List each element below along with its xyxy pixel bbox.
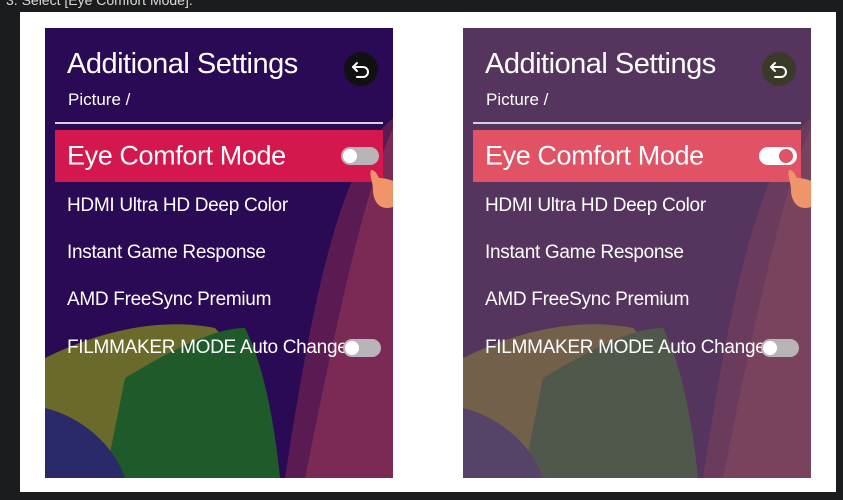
menu-item-label: HDMI Ultra HD Deep Color bbox=[485, 195, 706, 216]
menu-item-filmmaker-mode[interactable]: FILMMAKER MODE Auto Change bbox=[473, 324, 801, 372]
settings-panel-before: Additional Settings Picture / Eye Comfor… bbox=[45, 28, 393, 478]
menu-item-hdmi-deep-color[interactable]: HDMI Ultra HD Deep Color bbox=[55, 182, 383, 230]
filmmaker-toggle[interactable] bbox=[761, 339, 799, 357]
hand-pointer-icon bbox=[788, 170, 811, 208]
menu-item-filmmaker-mode[interactable]: FILMMAKER MODE Auto Change bbox=[55, 324, 383, 372]
menu-item-label: Eye Comfort Mode bbox=[67, 140, 286, 171]
filmmaker-toggle[interactable] bbox=[343, 339, 381, 357]
hand-pointer-icon bbox=[370, 170, 393, 208]
chevron-right-icon bbox=[418, 234, 438, 274]
menu-item-label: AMD FreeSync Premium bbox=[67, 289, 272, 310]
settings-panel-after: Additional Settings Picture / Eye Comfor… bbox=[463, 28, 811, 478]
menu-item-label: FILMMAKER MODE Auto Change bbox=[67, 337, 348, 358]
menu-item-instant-game-response[interactable]: Instant Game Response bbox=[473, 229, 801, 277]
menu-item-eye-comfort-mode[interactable]: Eye Comfort Mode bbox=[473, 130, 801, 182]
back-button[interactable] bbox=[344, 52, 378, 86]
menu-item-eye-comfort-mode[interactable]: Eye Comfort Mode bbox=[55, 130, 383, 182]
menu-item-label: HDMI Ultra HD Deep Color bbox=[67, 195, 288, 216]
menu-item-amd-freesync[interactable]: AMD FreeSync Premium bbox=[473, 276, 801, 324]
back-arrow-icon bbox=[352, 62, 369, 78]
title-divider bbox=[55, 122, 383, 124]
menu-item-amd-freesync[interactable]: AMD FreeSync Premium bbox=[55, 276, 383, 324]
menu-item-label: Instant Game Response bbox=[67, 242, 266, 263]
eye-comfort-toggle[interactable] bbox=[341, 147, 379, 165]
title-divider bbox=[473, 122, 801, 124]
menu-item-label: AMD FreeSync Premium bbox=[485, 289, 690, 310]
step-caption: 3. Select [Eye Comfort Mode]. bbox=[6, 0, 193, 8]
menu-item-label: FILMMAKER MODE Auto Change bbox=[485, 337, 766, 358]
panel-title: Additional Settings bbox=[485, 48, 716, 80]
back-arrow-icon bbox=[770, 62, 787, 78]
menu-item-instant-game-response[interactable]: Instant Game Response bbox=[55, 229, 383, 277]
eye-comfort-toggle[interactable] bbox=[759, 147, 797, 165]
back-button[interactable] bbox=[762, 52, 796, 86]
breadcrumb: Picture / bbox=[486, 90, 549, 109]
breadcrumb: Picture / bbox=[68, 90, 131, 109]
menu-item-label: Eye Comfort Mode bbox=[485, 140, 704, 171]
menu-item-hdmi-deep-color[interactable]: HDMI Ultra HD Deep Color bbox=[473, 182, 801, 230]
menu-item-label: Instant Game Response bbox=[485, 242, 684, 263]
panel-title: Additional Settings bbox=[67, 48, 298, 80]
